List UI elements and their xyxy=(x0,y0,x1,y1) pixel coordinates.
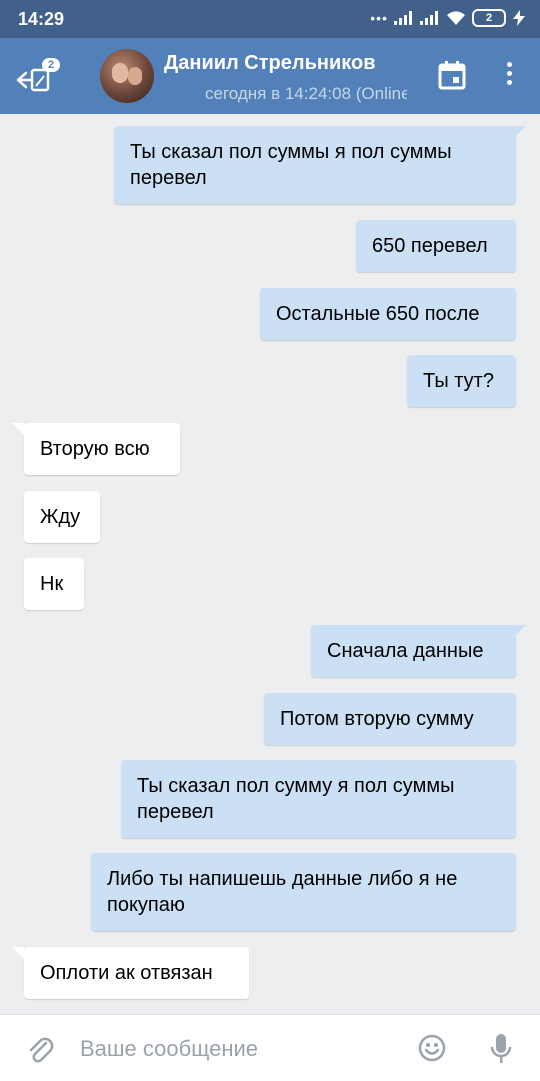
charging-icon xyxy=(513,10,525,26)
emoji-icon[interactable] xyxy=(418,1034,446,1062)
status-bar: 14:29 ••• 2 xyxy=(0,0,540,38)
message-composer xyxy=(0,1014,540,1081)
status-time: 14:29 xyxy=(18,9,65,29)
message-incoming[interactable]: Жду xyxy=(24,491,100,543)
message-outgoing[interactable]: 650 перевел xyxy=(356,220,516,272)
message-outgoing[interactable]: Ты сказал пол сумму я пол суммы перевел xyxy=(121,760,516,838)
chat-header: 2 Даниил Стрельников сегодня в 14:24:08 … xyxy=(0,38,540,114)
avatar-figure xyxy=(128,67,142,85)
message-list[interactable]: Ты сказал пол суммы я пол суммы перевел … xyxy=(0,114,540,1014)
status-icons: ••• 2 xyxy=(370,9,526,27)
message-outgoing[interactable]: Ты сказал пол суммы я пол суммы перевел xyxy=(114,126,526,204)
back-button[interactable]: 2 xyxy=(16,56,60,96)
microphone-icon[interactable] xyxy=(490,1033,512,1065)
contact-status: сегодня в 14:24:08 (Online) xyxy=(205,84,407,103)
signal-icon xyxy=(394,11,412,25)
unread-badge: 2 xyxy=(42,58,60,72)
message-outgoing[interactable]: Потом вторую сумму xyxy=(264,693,516,745)
avatar-figure xyxy=(112,63,128,83)
message-input[interactable] xyxy=(80,1035,400,1063)
message-incoming[interactable]: Вторую всю xyxy=(12,423,180,475)
message-outgoing[interactable]: Сначала данные xyxy=(311,625,526,677)
signal-icon xyxy=(420,11,438,25)
dots-icon: ••• xyxy=(370,10,388,26)
more-icon[interactable] xyxy=(498,62,520,92)
battery-icon: 2 xyxy=(472,9,506,27)
contact-name[interactable]: Даниил Стрельников xyxy=(164,52,376,75)
message-outgoing[interactable]: Ты тут? xyxy=(407,355,516,407)
wifi-icon xyxy=(447,11,465,25)
calendar-icon[interactable] xyxy=(438,60,466,90)
message-outgoing[interactable]: Остальные 650 после xyxy=(260,288,516,340)
avatar[interactable] xyxy=(100,49,154,103)
message-outgoing[interactable]: Либо ты напишешь данные либо я не покупа… xyxy=(91,853,516,931)
message-incoming[interactable]: Оплоти ак отвязан xyxy=(12,947,249,999)
attach-icon[interactable] xyxy=(26,1035,54,1065)
message-incoming[interactable]: Нк xyxy=(24,558,84,610)
